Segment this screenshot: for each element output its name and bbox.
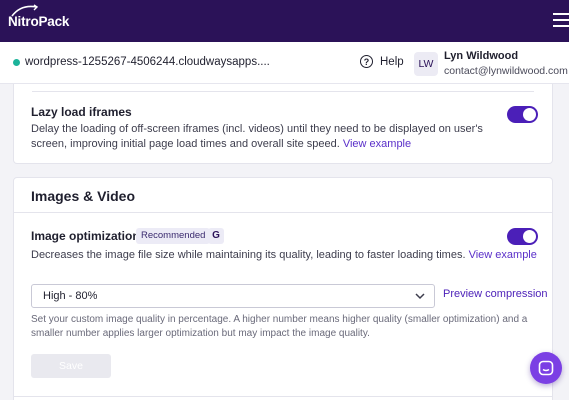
- recommended-badge: Recommended: [136, 228, 211, 244]
- lazy-iframes-description: Delay the loading of off-screen iframes …: [31, 123, 483, 150]
- lazy-iframes-title: Lazy load iframes: [31, 105, 132, 119]
- site-status-dot: [13, 59, 20, 66]
- lazy-iframes-toggle[interactable]: [507, 106, 538, 123]
- image-optimization-title: Image optimization: [31, 229, 140, 243]
- divider: [14, 396, 552, 397]
- g-badge-icon: G: [208, 228, 224, 244]
- preview-compression-link[interactable]: Preview compression: [443, 288, 548, 300]
- chevron-down-icon: [415, 293, 425, 300]
- lazy-iframes-view-example-link[interactable]: View example: [343, 138, 411, 150]
- hamburger-menu-icon[interactable]: [553, 13, 569, 27]
- divider: [32, 91, 534, 92]
- user-name: Lyn Wildwood: [444, 50, 519, 62]
- avatar[interactable]: LW: [414, 52, 438, 76]
- toggle-knob: [523, 230, 536, 243]
- chat-bubble-icon: [538, 360, 554, 376]
- site-name[interactable]: wordpress-1255267-4506244.cloudwaysapps.…: [25, 56, 270, 68]
- image-optimization-description: Decreases the image file size while main…: [31, 249, 537, 261]
- toggle-knob: [523, 108, 536, 121]
- section-header: Images & Video: [14, 178, 552, 213]
- user-email: contact@lynwildwood.com: [444, 65, 568, 77]
- section-title: Images & Video: [31, 188, 136, 204]
- image-quality-help-text: Set your custom image quality in percent…: [31, 314, 528, 339]
- logo-text: NitroPack: [8, 14, 70, 29]
- help-label: Help: [380, 55, 404, 68]
- site-header: wordpress-1255267-4506244.cloudwaysapps.…: [0, 42, 569, 84]
- save-button[interactable]: Save: [31, 354, 111, 378]
- question-circle-icon: ?: [360, 55, 373, 68]
- image-optimization-toggle[interactable]: [507, 228, 538, 245]
- images-video-card: Images & Video Image optimization Recomm…: [13, 177, 553, 400]
- top-navbar: NitroPack: [0, 0, 569, 42]
- image-quality-value: High - 80%: [43, 290, 98, 302]
- image-quality-select[interactable]: High - 80%: [31, 284, 435, 308]
- help-button[interactable]: ? Help: [360, 55, 404, 68]
- image-optimization-view-example-link[interactable]: View example: [469, 249, 537, 261]
- chat-button[interactable]: [530, 352, 562, 384]
- lazy-load-card: Lazy load iframes Delay the loading of o…: [13, 84, 553, 164]
